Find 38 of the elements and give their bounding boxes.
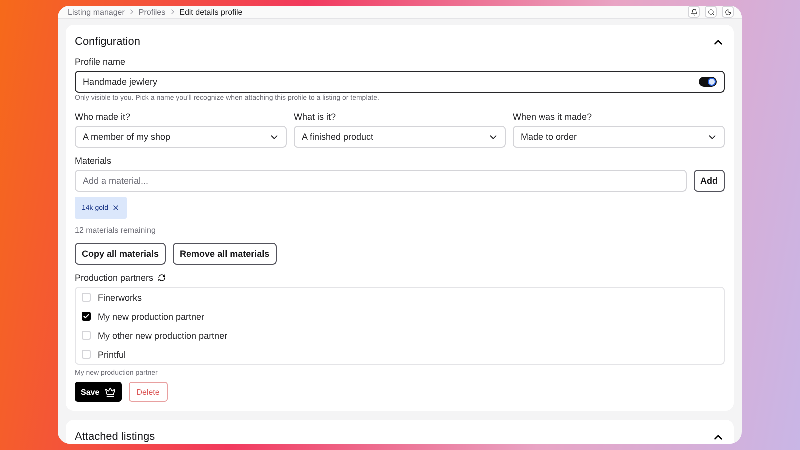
remove-icon[interactable]: [112, 204, 120, 212]
material-action-button[interactable]: Remove all materials: [173, 243, 277, 265]
theme-button[interactable]: [722, 6, 734, 18]
field-label: When was it made?: [513, 112, 594, 122]
section-title: Configuration: [75, 36, 140, 48]
search-icon: [708, 8, 714, 16]
field-label: Production partners: [75, 273, 154, 283]
select-dropdown[interactable]: A finished product: [294, 126, 506, 148]
refresh-icon[interactable]: [158, 274, 166, 282]
partner-option[interactable]: Printful: [82, 345, 718, 364]
section-title: Attached listings: [75, 431, 156, 443]
bell-icon: [690, 8, 698, 16]
field-label: What is it?: [294, 112, 338, 122]
notifications-button[interactable]: [688, 6, 700, 18]
checkbox[interactable]: [82, 312, 91, 321]
partner-option[interactable]: Finerworks: [82, 288, 718, 307]
text-input[interactable]: Add a material...: [83, 176, 678, 186]
field-label: Who made it?: [75, 112, 132, 122]
partner-option[interactable]: My new production partner: [82, 307, 718, 326]
search-button[interactable]: [705, 6, 717, 18]
profile-name-field[interactable]: Handmade jewlery: [75, 71, 725, 93]
delete-button[interactable]: Delete: [128, 382, 168, 402]
field-label: Profile name: [75, 57, 127, 67]
moon-icon: [724, 8, 732, 16]
remaining-count: 12 materials remaining: [75, 226, 157, 235]
crown-icon: [104, 386, 116, 398]
breadcrumb-link[interactable]: Listing manager: [68, 8, 125, 16]
partner-option[interactable]: My other new production partner: [82, 326, 718, 345]
save-button[interactable]: Save: [75, 382, 122, 402]
text-input[interactable]: Handmade jewlery: [83, 77, 699, 87]
add-button[interactable]: Add: [694, 170, 725, 192]
select-dropdown[interactable]: Made to order: [513, 126, 725, 148]
field-label: Materials: [75, 156, 113, 166]
material-input-field[interactable]: Add a material...: [75, 170, 686, 192]
select-dropdown[interactable]: A member of my shop: [75, 126, 287, 148]
breadcrumb-link[interactable]: Profiles: [138, 8, 166, 16]
breadcrumb-link[interactable]: Edit details profile: [180, 8, 243, 16]
material-action-button[interactable]: Copy all materials: [75, 243, 166, 265]
